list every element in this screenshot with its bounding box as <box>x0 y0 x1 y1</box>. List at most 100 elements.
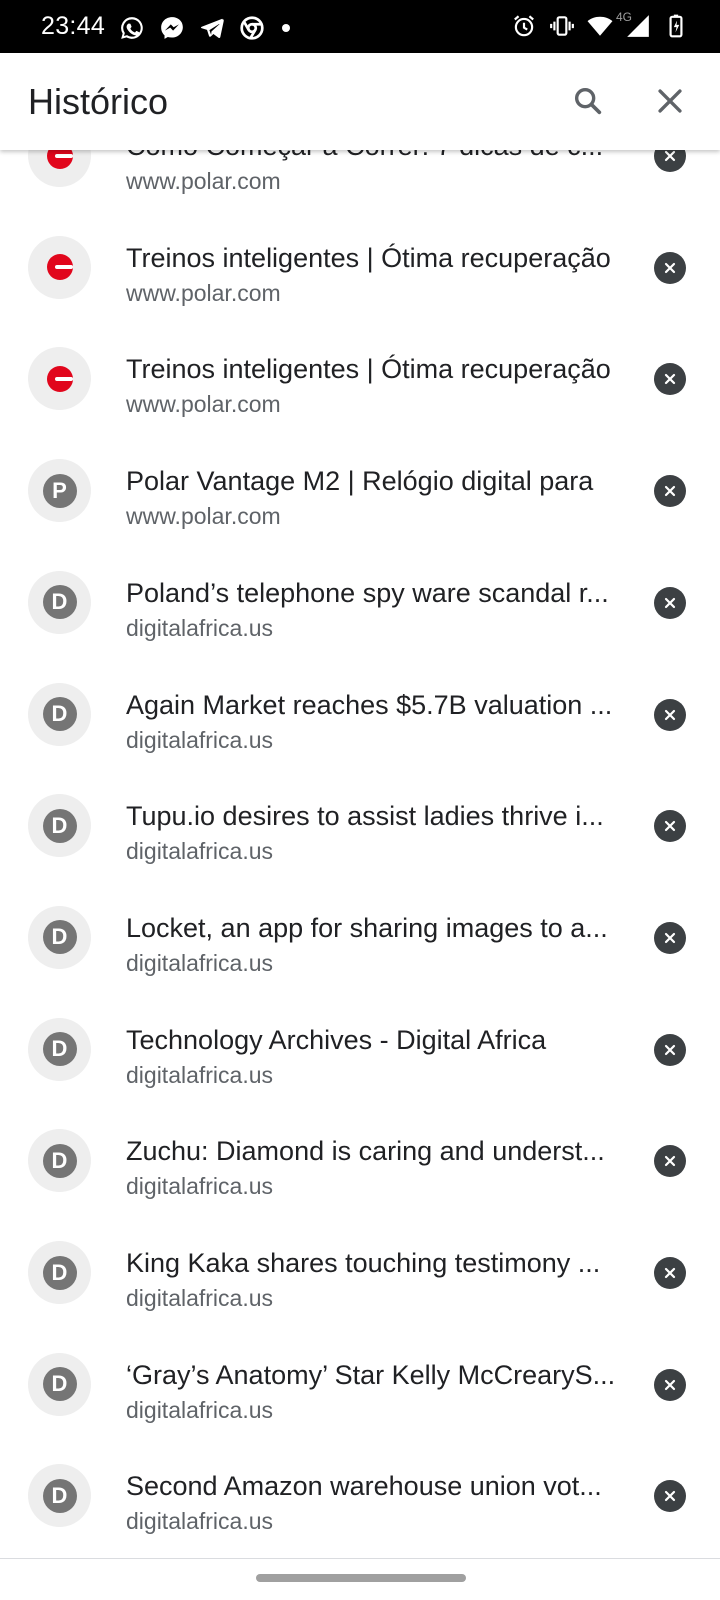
letter-favicon-icon: D <box>42 1478 77 1513</box>
history-item[interactable]: Treinos inteligentes | Ótima recuperação… <box>0 323 720 435</box>
history-item-title: Technology Archives - Digital Africa <box>126 1024 547 1055</box>
chrome-icon <box>238 14 266 42</box>
remove-item-button[interactable] <box>654 1257 686 1289</box>
history-item-url: www.polar.com <box>126 168 281 194</box>
remove-item-button[interactable] <box>654 1368 686 1401</box>
history-item-url: digitalafrica.us <box>126 614 274 641</box>
battery-icon <box>662 12 690 40</box>
history-item[interactable]: D Second Amazon warehouse union vot... dig… <box>0 1440 720 1552</box>
signal-icon <box>624 12 652 40</box>
letter-favicon-icon: D <box>42 1032 77 1067</box>
remove-item-button[interactable] <box>654 1033 686 1066</box>
page-title: Histórico <box>28 81 169 122</box>
remove-icon <box>664 1156 676 1167</box>
letter-favicon-icon: D <box>42 697 77 731</box>
close-button[interactable] <box>646 77 694 125</box>
history-item[interactable]: D Tupu.io desires to assist ladies thrive… <box>0 770 720 882</box>
history-item-url: digitalafrica.us <box>126 1508 274 1535</box>
search-icon <box>574 87 602 115</box>
close-icon <box>658 89 682 113</box>
remove-item-button[interactable] <box>654 810 686 843</box>
remove-icon <box>664 1379 676 1390</box>
history-item[interactable]: D Locket, an app for sharing images to a.… <box>0 882 720 994</box>
history-item-title: Zuchu: Diamond is caring and underst... <box>126 1136 605 1167</box>
history-item-title: Poland’s telephone spy ware scandal r... <box>126 577 609 608</box>
history-item-title: ‘Gray’s Anatomy’ Star Kelly McCrearyS... <box>126 1359 616 1390</box>
vibrate-icon <box>548 12 576 40</box>
remove-item-button[interactable] <box>654 363 686 396</box>
remove-icon <box>664 150 676 162</box>
letter-favicon-icon: D <box>42 808 77 843</box>
history-item[interactable]: P Polar Vantage M2 | Relógio digital para… <box>0 435 720 547</box>
messenger-icon <box>158 14 186 42</box>
site-favicon: D <box>28 570 91 634</box>
system-icons <box>510 12 690 40</box>
letter-favicon-icon: D <box>42 1367 77 1402</box>
history-item[interactable]: D Again Market reaches $5.7B valuation ..… <box>0 659 720 771</box>
letter-favicon-icon: D <box>42 1143 77 1178</box>
history-item-title: Treinos inteligentes | Ótima recuperação <box>126 354 611 385</box>
divider <box>0 1558 720 1559</box>
history-item-url: www.polar.com <box>126 391 281 418</box>
polar-logo-icon <box>46 254 73 281</box>
search-button[interactable] <box>564 77 612 125</box>
letter-favicon-icon: P <box>42 473 77 508</box>
history-item[interactable]: D King Kaka shares touching testimony ...… <box>0 1217 720 1329</box>
remove-item-button[interactable] <box>654 475 686 508</box>
history-item[interactable]: D Technology Archives - Digital Africa dig… <box>0 994 720 1106</box>
remove-icon <box>664 597 676 608</box>
site-favicon: D <box>28 682 91 746</box>
remove-icon <box>664 1044 676 1055</box>
history-item-url: www.polar.com <box>126 503 281 530</box>
remove-icon <box>664 374 676 385</box>
letter-favicon-icon: D <box>42 1255 77 1290</box>
history-item[interactable]: D Poland’s telephone spy ware scandal r..… <box>0 547 720 659</box>
remove-item-button[interactable] <box>654 586 686 619</box>
site-favicon: D <box>28 1241 91 1304</box>
remove-item-button[interactable] <box>654 921 686 954</box>
history-item[interactable]: D ‘Gray’s Anatomy’ Star Kelly McCrearyS..… <box>0 1329 720 1441</box>
more-notifications-dot-icon <box>282 24 290 32</box>
site-favicon: D <box>28 905 91 969</box>
gesture-navigation-bar[interactable] <box>256 1574 466 1582</box>
history-item-url: digitalafrica.us <box>126 1061 274 1088</box>
letter-favicon-icon: D <box>42 585 77 620</box>
remove-item-button[interactable] <box>654 1145 686 1178</box>
remove-icon <box>664 1267 676 1279</box>
remove-icon <box>664 932 676 943</box>
remove-item-button[interactable] <box>654 698 686 731</box>
wifi-icon <box>586 12 614 40</box>
remove-item-button[interactable] <box>654 1480 686 1513</box>
telegram-icon <box>198 14 226 42</box>
remove-icon <box>664 262 676 273</box>
history-item-url: digitalafrica.us <box>126 1173 274 1200</box>
remove-icon <box>664 821 676 832</box>
remove-icon <box>664 1491 676 1502</box>
history-item-url: www.polar.com <box>126 279 281 306</box>
remove-item-button[interactable] <box>654 251 686 284</box>
site-favicon: D <box>28 1129 91 1193</box>
remove-icon <box>664 485 676 497</box>
letter-favicon-icon: D <box>42 920 77 955</box>
history-item-title: Tupu.io desires to assist ladies thrive … <box>126 801 604 832</box>
site-favicon: D <box>28 1017 91 1081</box>
history-item-title: Second Amazon warehouse union vot... <box>126 1471 602 1502</box>
site-favicon: D <box>28 794 91 858</box>
notification-icons <box>118 14 290 42</box>
history-item-title: Locket, an app for sharing images to a..… <box>126 912 608 943</box>
site-favicon: P <box>28 459 91 523</box>
app-bar: Histórico <box>0 53 720 150</box>
status-bar: 23:44 4G <box>0 0 720 53</box>
site-favicon: D <box>28 1352 91 1416</box>
status-time: 23:44 <box>41 12 106 40</box>
history-item-title: Again Market reaches $5.7B valuation ... <box>126 689 613 720</box>
history-item[interactable]: Treinos inteligentes | Ótima recuperação… <box>0 212 720 324</box>
polar-logo-icon <box>46 365 73 392</box>
history-item-url: digitalafrica.us <box>126 1396 274 1423</box>
history-item-url: digitalafrica.us <box>126 726 274 753</box>
history-item[interactable]: D Zuchu: Diamond is caring and underst...… <box>0 1105 720 1217</box>
remove-icon <box>664 709 676 720</box>
history-item-url: digitalafrica.us <box>126 838 274 865</box>
history-item-title: Polar Vantage M2 | Relógio digital para <box>126 466 594 497</box>
site-favicon <box>28 347 91 411</box>
